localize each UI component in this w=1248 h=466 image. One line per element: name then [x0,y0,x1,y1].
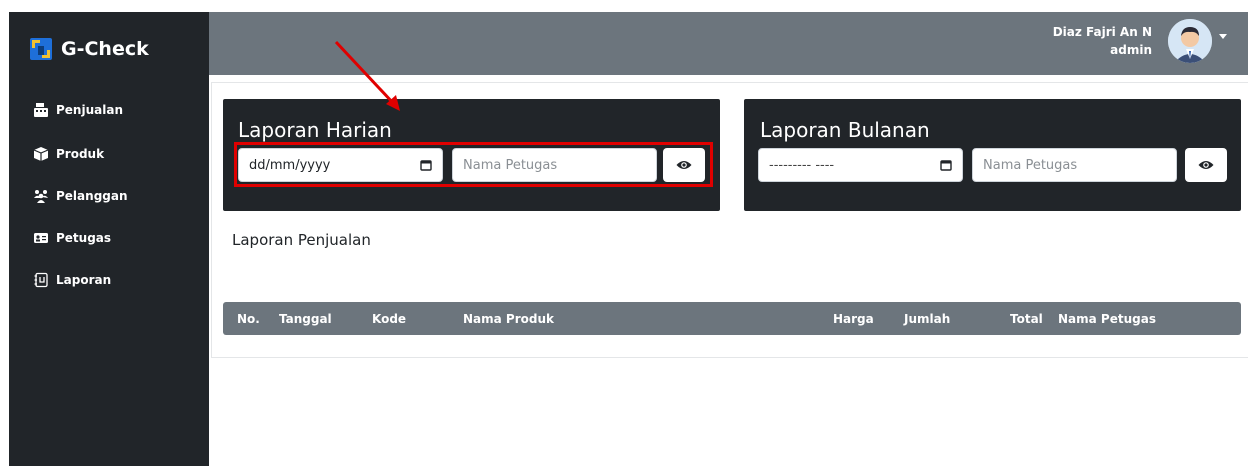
box-icon [33,147,49,161]
sidebar-item-produk[interactable]: Produk [33,146,104,162]
monthly-officer-placeholder: Nama Petugas [983,157,1078,173]
monthly-view-button[interactable] [1185,148,1227,182]
eye-icon [1198,161,1214,169]
daily-report-title: Laporan Harian [238,118,392,142]
cash-register-icon [34,103,48,117]
sidebar-item-penjualan[interactable]: Penjualan [33,102,123,118]
sidebar-item-label: Petugas [56,231,112,245]
column-header[interactable]: Harga [833,312,874,326]
column-header[interactable]: Total [1010,312,1043,326]
book-icon [34,272,48,288]
user-avatar-icon [1168,19,1212,63]
column-header[interactable]: Nama Produk [463,312,554,326]
user-role: admin [1110,43,1152,57]
sales-table-header: No. Tanggal Kode Nama Produk Harga Jumla… [223,302,1241,335]
highlight-box [234,142,713,187]
brand[interactable]: G-Check [30,38,149,60]
monthly-officer-input[interactable]: Nama Petugas [972,148,1177,182]
column-header[interactable]: Tanggal [279,312,332,326]
sidebar-item-label: Produk [56,147,105,161]
sidebar-item-laporan[interactable]: Laporan [33,272,111,288]
sidebar-item-label: Laporan [56,273,112,287]
calendar-icon[interactable] [940,159,952,171]
users-icon [34,190,48,203]
annotation-arrow [334,40,400,111]
user-name: Diaz Fajri An N [1052,25,1152,39]
user-info: Diaz Fajri An N admin [1053,23,1152,59]
column-header[interactable]: Nama Petugas [1058,312,1156,326]
sidebar-item-pelanggan[interactable]: Pelanggan [33,188,128,204]
column-header[interactable]: No. [237,312,260,326]
monthly-report-title: Laporan Bulanan [760,118,930,142]
caret-down-icon[interactable] [1219,34,1227,39]
id-card-icon [34,233,48,243]
sales-report-title: Laporan Penjualan [232,231,371,249]
brand-logo-icon [30,38,52,60]
column-header[interactable]: Kode [372,312,406,326]
sidebar-item-label: Penjualan [56,103,123,117]
column-header[interactable]: Jumlah [904,312,950,326]
user-avatar[interactable] [1168,19,1212,63]
monthly-month-value: --------- ---- [769,157,835,173]
sidebar-item-label: Pelanggan [56,189,128,203]
monthly-month-input[interactable]: --------- ---- [758,148,963,182]
brand-name: G-Check [61,38,149,60]
sidebar-item-petugas[interactable]: Petugas [33,230,111,246]
